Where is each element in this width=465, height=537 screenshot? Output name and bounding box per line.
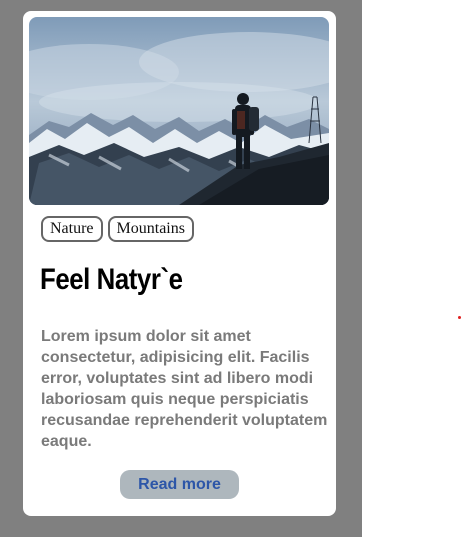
tag-list: Nature Mountains [41, 216, 194, 242]
article-card: Nature Mountains Feel Natyr`e Lorem ipsu… [23, 11, 336, 516]
hero-image [29, 17, 329, 205]
tag-mountains[interactable]: Mountains [107, 216, 194, 242]
card-title: Feel Natyr`e [40, 263, 183, 296]
card-description: Lorem ipsum dolor sit amet consectetur, … [41, 328, 328, 450]
red-dot-marker [458, 316, 461, 319]
read-more-button[interactable]: Read more [120, 470, 239, 499]
tag-nature[interactable]: Nature [41, 216, 103, 242]
stage-background: Nature Mountains Feel Natyr`e Lorem ipsu… [0, 0, 362, 537]
